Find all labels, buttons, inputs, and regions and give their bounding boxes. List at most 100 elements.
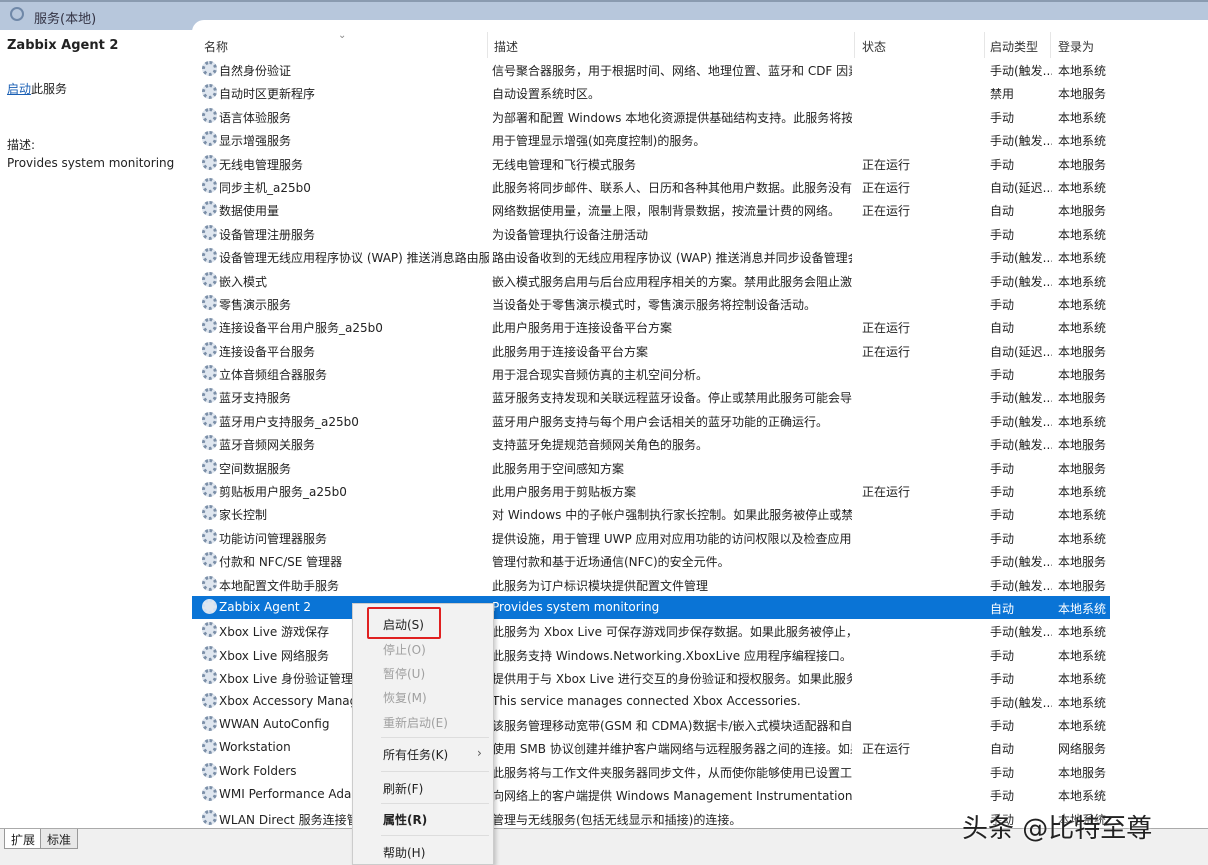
service-logon: 本地系统 xyxy=(1058,64,1107,78)
table-row[interactable]: 本地配置文件助手服务 此服务为订户标识模块提供配置文件管理 手动(触发... 本… xyxy=(192,573,1112,596)
column-startup-type[interactable]: 启动类型 xyxy=(990,38,1038,55)
service-startup-type: 手动 xyxy=(990,368,1015,383)
column-logon[interactable]: 登录为 xyxy=(1058,38,1094,55)
table-row[interactable]: 付款和 NFC/SE 管理器 管理付款和基于近场通信(NFC)的安全元件。 手动… xyxy=(192,549,1112,572)
table-row[interactable]: 设备管理注册服务 为设备管理执行设备注册活动 手动 本地系统 xyxy=(192,222,1112,245)
service-name: 自然身份验证 xyxy=(219,64,292,78)
service-logon: 本地服务 xyxy=(1058,461,1107,476)
service-gear-icon xyxy=(202,411,217,427)
table-row[interactable]: 蓝牙音频网关服务 支持蓝牙免提规范音频网关角色的服务。 手动(触发... 本地服… xyxy=(192,432,1112,455)
description-value: Provides system monitoring xyxy=(7,156,175,170)
table-row[interactable]: 显示增强服务 用于管理显示增强(如亮度控制)的服务。 手动(触发... 本地系统 xyxy=(192,128,1112,151)
service-logon: 本地系统 xyxy=(1058,789,1107,804)
service-startup-type: 手动(触发... xyxy=(990,274,1052,289)
service-description: 管理与无线服务(包括无线显示和插接)的连接。 xyxy=(492,812,742,827)
service-startup-type: 手动(触发... xyxy=(990,625,1052,640)
column-name[interactable]: 名称 xyxy=(204,38,228,55)
service-description: 蓝牙用户服务支持与每个用户会话相关的蓝牙功能的正确运行。 xyxy=(492,414,829,429)
table-row[interactable]: Work Folders 此服务将与工作文件夹服务器同步文件，从而使你能够使用已… xyxy=(192,760,1112,783)
service-description: 该服务管理移动宽带(GSM 和 CDMA)数据卡/嵌入式模块适配器和自动... xyxy=(492,718,852,733)
column-header: 名称 ⌄ 描述 状态 启动类型 登录为 xyxy=(192,30,1112,58)
service-logon: 本地系统 xyxy=(1058,531,1107,546)
menu-refresh[interactable]: 刷新(F) xyxy=(383,780,423,797)
service-logon: 本地服务 xyxy=(1058,157,1107,172)
service-description: 向网络上的客户端提供 Windows Management Instrument… xyxy=(492,789,852,804)
watermark: 头条 @比特至尊 xyxy=(962,814,1153,844)
service-description: 蓝牙服务支持发现和关联远程蓝牙设备。停止或禁用此服务可能会导致... xyxy=(492,391,852,406)
table-row[interactable]: 剪贴板用户服务_a25b0 此用户服务用于剪贴板方案 正在运行 手动 本地系统 xyxy=(192,479,1112,502)
service-logon: 本地系统 xyxy=(1058,672,1107,687)
service-description: 此服务用于空间感知方案 xyxy=(492,461,625,476)
table-row[interactable]: 零售演示服务 当设备处于零售演示模式时，零售演示服务将控制设备活动。 手动 本地… xyxy=(192,292,1112,315)
table-row[interactable]: Xbox Accessory Management Service This s… xyxy=(192,690,1112,713)
table-row[interactable]: Xbox Live 身份验证管理器 提供用于与 Xbox Live 进行交互的身… xyxy=(192,666,1112,689)
service-description: 为部署和配置 Windows 本地化资源提供基础结构支持。此服务将按需... xyxy=(492,110,852,125)
menu-separator xyxy=(381,771,489,772)
menu-start[interactable]: 启动(S) xyxy=(383,616,424,633)
start-link[interactable]: 启动 xyxy=(7,82,31,96)
service-description: 此用户服务用于连接设备平台方案 xyxy=(492,321,673,336)
table-row[interactable]: Xbox Live 网络服务 此服务支持 Windows.Networking.… xyxy=(192,643,1112,666)
table-row[interactable]: 功能访问管理器服务 提供设施，用于管理 UWP 应用对应用功能的访问权限以及检查… xyxy=(192,526,1112,549)
table-row[interactable]: Workstation 使用 SMB 协议创建并维护客户端网络与远程服务器之间的… xyxy=(192,736,1112,759)
table-row[interactable]: 设备管理无线应用程序协议 (WAP) 推送消息路由服务 路由设备收到的无线应用程… xyxy=(192,245,1112,268)
menu-stop[interactable]: 停止(O) xyxy=(383,641,426,658)
service-startup-type: 手动(触发... xyxy=(990,391,1052,406)
menu-help[interactable]: 帮助(H) xyxy=(383,844,425,861)
service-name: 付款和 NFC/SE 管理器 xyxy=(219,555,343,570)
service-startup-type: 手动 xyxy=(990,461,1015,476)
service-startup-type: 自动 xyxy=(990,601,1015,616)
table-row[interactable]: 蓝牙用户支持服务_a25b0 蓝牙用户服务支持与每个用户会话相关的蓝牙功能的正确… xyxy=(192,409,1112,432)
menu-all-tasks[interactable]: 所有任务(K) xyxy=(383,746,448,763)
service-gear-icon xyxy=(202,224,217,240)
table-row[interactable]: 同步主机_a25b0 此服务将同步邮件、联系人、日历和各种其他用户数据。此服务没… xyxy=(192,175,1112,198)
service-logon: 本地系统 xyxy=(1058,695,1107,710)
tab-extended[interactable]: 扩展 xyxy=(4,829,43,849)
window-title: 服务(本地) xyxy=(34,12,97,27)
table-row[interactable]: 嵌入模式 嵌入模式服务启用与后台应用程序相关的方案。禁用此服务会阻止激活... … xyxy=(192,269,1112,292)
tab-standard[interactable]: 标准 xyxy=(40,829,79,849)
service-logon: 本地系统 xyxy=(1058,648,1107,663)
table-row[interactable]: WMI Performance Adapter 向网络上的客户端提供 Windo… xyxy=(192,783,1112,806)
column-divider[interactable] xyxy=(984,32,985,58)
service-gear-icon xyxy=(202,271,217,287)
service-name: 嵌入模式 xyxy=(219,274,268,289)
column-status[interactable]: 状态 xyxy=(862,38,886,55)
table-row[interactable]: 立体音频组合器服务 用于混合现实音频仿真的主机空间分析。 手动 本地服务 xyxy=(192,362,1112,385)
table-row[interactable]: 空间数据服务 此服务用于空间感知方案 手动 本地服务 xyxy=(192,456,1112,479)
table-row[interactable]: 连接设备平台用户服务_a25b0 此用户服务用于连接设备平台方案 正在运行 自动… xyxy=(192,315,1112,338)
table-row[interactable]: 家长控制 对 Windows 中的子帐户强制执行家长控制。如果此服务被停止或禁用… xyxy=(192,502,1112,525)
table-row[interactable]: WWAN AutoConfig 该服务管理移动宽带(GSM 和 CDMA)数据卡… xyxy=(192,713,1112,736)
table-row[interactable]: 自动时区更新程序 自动设置系统时区。 禁用 本地服务 xyxy=(192,81,1112,104)
service-description: 用于混合现实音频仿真的主机空间分析。 xyxy=(492,368,709,383)
service-startup-type: 自动 xyxy=(990,742,1015,757)
service-name: 连接设备平台用户服务_a25b0 xyxy=(219,321,383,336)
table-row[interactable]: 蓝牙支持服务 蓝牙服务支持发现和关联远程蓝牙设备。停止或禁用此服务可能会导致..… xyxy=(192,385,1112,408)
menu-properties[interactable]: 属性(R) xyxy=(383,811,427,828)
table-row[interactable]: 连接设备平台服务 此服务用于连接设备平台方案 正在运行 自动(延迟... 本地服… xyxy=(192,339,1112,362)
service-gear-icon xyxy=(202,715,217,731)
menu-resume[interactable]: 恢复(M) xyxy=(383,689,427,706)
service-startup-type: 手动 xyxy=(990,227,1015,242)
table-row[interactable]: 无线电管理服务 无线电管理和飞行模式服务 正在运行 手动 本地服务 xyxy=(192,152,1112,175)
table-row[interactable]: Zabbix Agent 2 Provides system monitorin… xyxy=(192,595,1110,620)
service-gear-icon xyxy=(202,61,217,76)
services-list: 名称 ⌄ 描述 状态 启动类型 登录为 自然身份验证 信号聚合器服务，用于根据时… xyxy=(192,20,1208,828)
service-description: 此服务支持 Windows.Networking.XboxLive 应用程序编程… xyxy=(492,648,852,663)
table-row[interactable]: 语言体验服务 为部署和配置 Windows 本地化资源提供基础结构支持。此服务将… xyxy=(192,105,1112,128)
column-divider[interactable] xyxy=(487,32,488,58)
table-row[interactable]: Xbox Live 游戏保存 此服务为 Xbox Live 可保存游戏同步保存数… xyxy=(192,619,1112,642)
service-logon: 本地系统 xyxy=(1058,625,1107,640)
menu-pause[interactable]: 暂停(U) xyxy=(383,665,425,682)
menu-restart[interactable]: 重新启动(E) xyxy=(383,714,448,731)
column-desc[interactable]: 描述 xyxy=(494,38,518,55)
service-description: 嵌入模式服务启用与后台应用程序相关的方案。禁用此服务会阻止激活... xyxy=(492,274,852,289)
service-name: 功能访问管理器服务 xyxy=(219,531,328,546)
selected-service-name: Zabbix Agent 2 xyxy=(7,38,119,53)
table-row[interactable]: 数据使用量 网络数据使用量，流量上限，限制背景数据，按流量计费的网络。 正在运行… xyxy=(192,198,1112,221)
service-startup-type: 自动(延迟... xyxy=(990,180,1052,195)
column-divider[interactable] xyxy=(1050,32,1051,58)
column-divider[interactable] xyxy=(854,32,855,58)
service-description: 提供设施，用于管理 UWP 应用对应用功能的访问权限以及检查应用的... xyxy=(492,531,852,546)
table-row[interactable]: 自然身份验证 信号聚合器服务，用于根据时间、网络、地理位置、蓝牙和 CDF 因素… xyxy=(192,58,1112,81)
